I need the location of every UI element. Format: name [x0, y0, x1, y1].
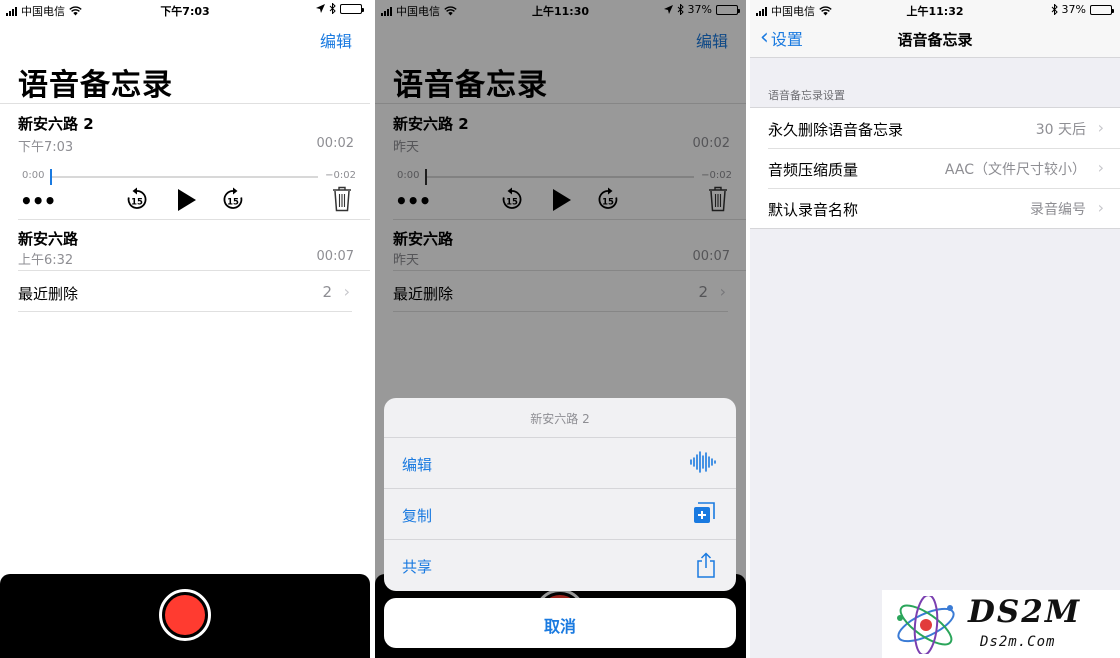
chevron-right-icon: ›: [343, 282, 350, 301]
bluetooth-icon: [1051, 4, 1058, 15]
setting-value: 录音编号: [1030, 202, 1086, 218]
record-bar: [0, 574, 370, 658]
recently-deleted-row[interactable]: 最近删除 2 ›: [18, 272, 352, 312]
navigation-bar: ‹ 设置 语音备忘录: [750, 20, 1120, 58]
setting-audio-quality[interactable]: 音频压缩质量 AAC（文件尺寸较小） ›: [750, 148, 1120, 188]
setting-delete-after[interactable]: 永久删除语音备忘录 30 天后 ›: [750, 108, 1120, 148]
bluetooth-icon: [329, 3, 336, 14]
memo-row[interactable]: 新安六路 上午6:32 00:07: [18, 221, 370, 271]
skip-back-label: 15: [131, 198, 143, 208]
status-bar: 中国电信 下午7:03: [0, 0, 370, 20]
memo-name: 新安六路: [18, 230, 79, 248]
memo-duration: 00:02: [316, 136, 354, 151]
setting-label: 默认录音名称: [768, 201, 859, 219]
memo-time: 上午6:32: [18, 253, 74, 268]
waveform-icon: [690, 451, 716, 473]
duplicate-icon: [694, 502, 715, 523]
voice-memos-list-screen: 中国电信 下午7:03 编辑 语音备忘录 新安六路 2 下午7:03 00:02…: [0, 0, 370, 658]
battery-percent: 37%: [1061, 3, 1086, 16]
status-bar: 中国电信 上午11:32 37%: [750, 0, 1120, 20]
setting-label: 永久删除语音备忘录: [768, 121, 904, 139]
setting-value: 30 天后: [1035, 122, 1086, 138]
skip-forward-label: 15: [227, 198, 239, 208]
more-options-icon[interactable]: •••: [20, 189, 56, 213]
status-time: 下午7:03: [160, 5, 210, 18]
skip-back-15-icon[interactable]: 15: [126, 187, 148, 211]
elapsed-time: 0:00: [22, 170, 45, 181]
record-button[interactable]: [159, 589, 211, 641]
edit-button[interactable]: 编辑: [320, 28, 352, 52]
playback-controls: ••• 15 15: [18, 186, 352, 216]
action-edit[interactable]: 编辑: [384, 438, 736, 489]
memo-name: 新安六路 2: [18, 115, 94, 133]
watermark: DS2M Ds2m.Com: [882, 590, 1120, 658]
skip-forward-15-icon[interactable]: 15: [222, 187, 244, 211]
setting-default-name[interactable]: 默认录音名称 录音编号 ›: [750, 188, 1120, 228]
recently-deleted-label: 最近删除: [18, 285, 79, 303]
play-icon[interactable]: [176, 188, 198, 212]
chevron-right-icon: ›: [1097, 158, 1104, 177]
setting-value: AAC（文件尺寸较小）: [944, 162, 1086, 178]
chevron-right-icon: ›: [1097, 198, 1104, 217]
action-duplicate-label: 复制: [402, 507, 433, 525]
cancel-button[interactable]: 取消: [384, 598, 736, 648]
action-duplicate[interactable]: 复制: [384, 489, 736, 540]
chevron-right-icon: ›: [1097, 118, 1104, 137]
memo-duration: 00:07: [316, 249, 354, 264]
scrubber-track[interactable]: [52, 176, 318, 178]
action-share[interactable]: 共享: [384, 540, 736, 591]
share-icon: [697, 552, 715, 578]
remaining-time: −0:02: [325, 170, 356, 181]
settings-group: 永久删除语音备忘录 30 天后 › 音频压缩质量 AAC（文件尺寸较小） › 默…: [750, 107, 1120, 229]
memo-actions-screen: 中国电信 上午11:30 37% 编辑 语音备忘录 新安六路 2 昨天 00:0…: [375, 0, 746, 658]
watermark-brand: DS2M: [968, 594, 1082, 630]
voice-memos-settings-screen: 中国电信 上午11:32 37% ‹ 设置 语音备忘录 语音备忘录设置 永久删除…: [750, 0, 1120, 658]
page-title: 语音备忘录: [18, 68, 173, 103]
setting-label: 音频压缩质量: [768, 161, 859, 179]
action-sheet: 新安六路 2 编辑 复制 共享: [384, 398, 736, 591]
trash-icon[interactable]: [332, 186, 352, 212]
memo-time: 下午7:03: [18, 140, 74, 155]
action-edit-label: 编辑: [402, 456, 433, 474]
battery-icon: [1090, 4, 1114, 15]
recently-deleted-count: 2: [322, 283, 332, 301]
action-share-label: 共享: [402, 558, 433, 576]
section-header: 语音备忘录设置: [768, 89, 845, 102]
battery-icon: [340, 3, 364, 14]
location-icon: [316, 4, 325, 13]
atom-logo-icon: [897, 596, 955, 654]
watermark-domain: Ds2m.Com: [980, 634, 1056, 650]
action-sheet-title: 新安六路 2: [384, 398, 736, 438]
nav-title: 语音备忘录: [897, 31, 973, 49]
scrubber-playhead[interactable]: [50, 169, 52, 185]
